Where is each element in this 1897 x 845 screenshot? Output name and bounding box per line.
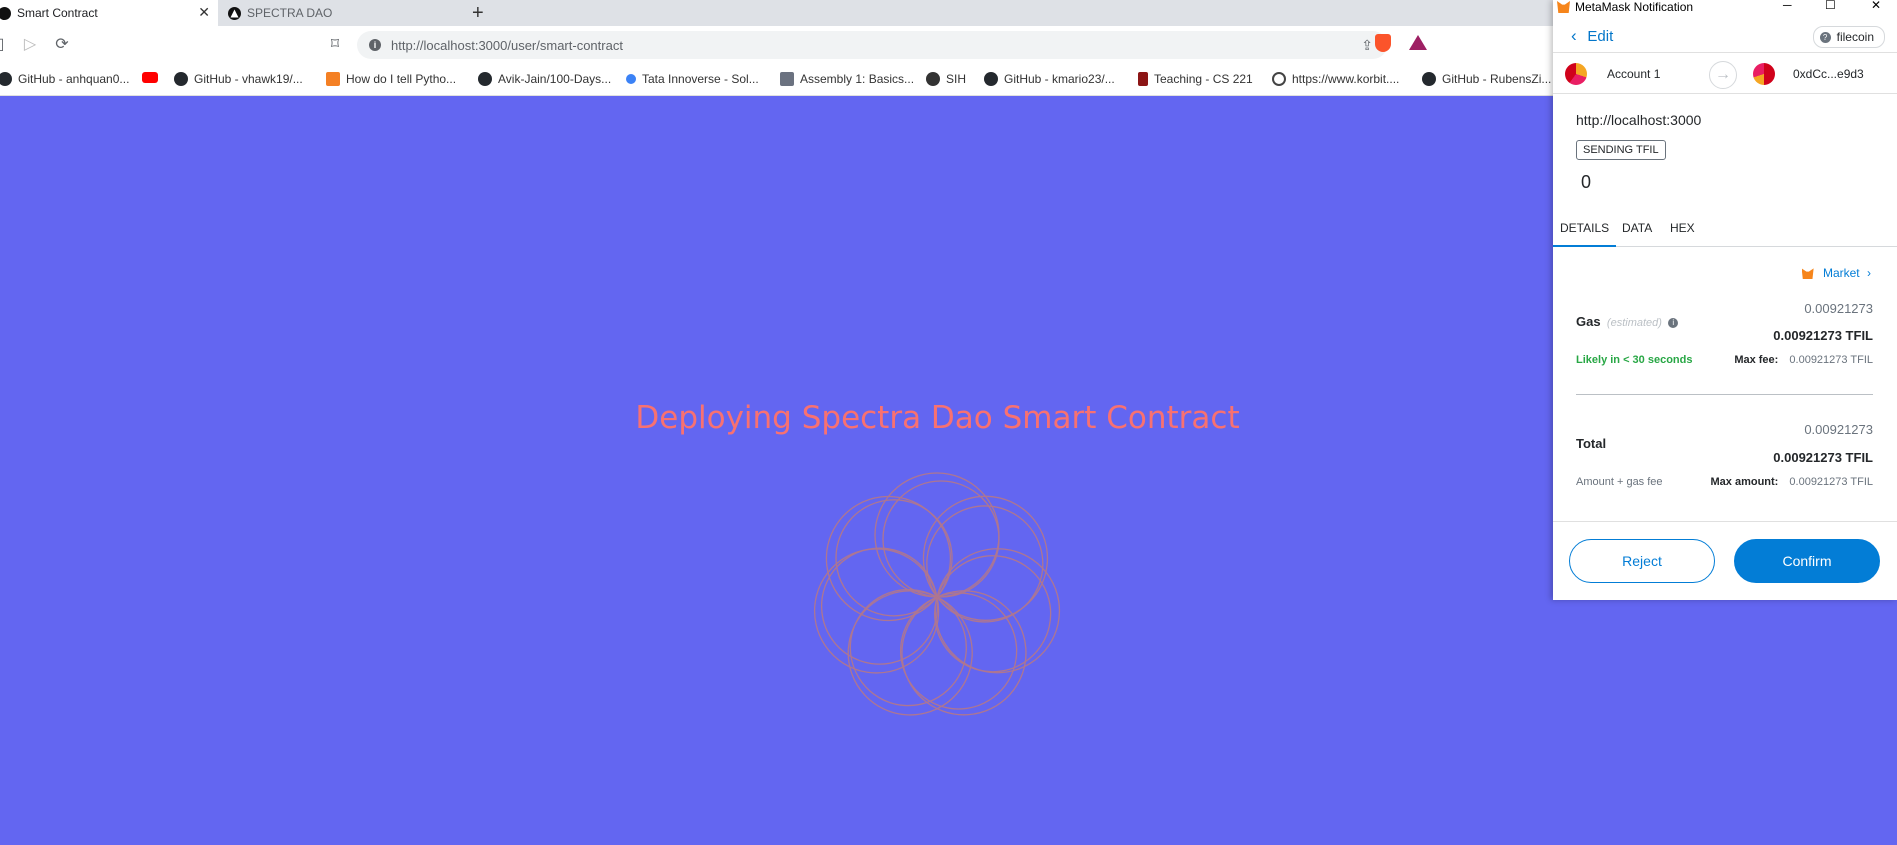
sidebar-icon[interactable]: ▯ <box>0 34 10 54</box>
bookmark-item[interactable] <box>142 72 164 83</box>
close-window-icon[interactable]: ✕ <box>1871 0 1881 12</box>
gas-label: Gas <box>1576 314 1601 329</box>
tab-hex[interactable]: HEX <box>1663 214 1702 245</box>
address-url: http://localhost:3000/user/smart-contrac… <box>391 38 623 53</box>
edit-label: Edit <box>1587 28 1614 45</box>
max-fee-value: 0.00921273 TFIL <box>1789 354 1873 366</box>
bookmark-item[interactable]: Assembly 1: Basics... <box>780 72 914 86</box>
gas-label-row: Gas (estimated) i <box>1576 314 1679 329</box>
gas-value: 0.00921273 <box>1804 301 1873 316</box>
bookmark-icon[interactable]: ⌑ <box>325 34 345 54</box>
bookmark-item[interactable]: GitHub - vhawk19/... <box>174 72 303 86</box>
maximize-icon[interactable]: ☐ <box>1825 0 1836 12</box>
info-icon[interactable]: i <box>1668 317 1679 328</box>
arrow-right-icon: → <box>1709 61 1737 89</box>
bookmark-item[interactable]: https://www.korbit.... <box>1272 72 1399 86</box>
bookmark-item[interactable]: Teaching - CS 221 <box>1138 72 1253 86</box>
github-icon <box>1422 72 1436 86</box>
tab-spectra-dao[interactable]: SPECTRA DAO <box>226 0 458 26</box>
tab-favicon-icon <box>0 6 11 20</box>
brave-rewards-icon[interactable] <box>1409 35 1427 50</box>
gas-likely-time: Likely in < 30 seconds <box>1576 354 1693 366</box>
max-fee-label: Max fee: <box>1734 354 1779 366</box>
site-info-icon[interactable]: i <box>369 39 381 51</box>
edit-back-button[interactable]: ‹ Edit <box>1571 26 1613 46</box>
tab-title: SPECTRA DAO <box>247 6 333 20</box>
metamask-window-title: MetaMask Notification <box>1575 0 1694 14</box>
to-account-address[interactable]: 0xdCc...e9d3 <box>1793 67 1864 81</box>
stanford-icon <box>1138 72 1148 86</box>
bookmark-item[interactable]: GitHub - kmario23/... <box>984 72 1115 86</box>
bookmark-item[interactable]: GitHub - RubensZi... <box>1422 72 1551 86</box>
account-transfer-row: Account 1 → 0xdCc...e9d3 <box>1553 53 1897 94</box>
forward-icon[interactable]: ▷ <box>20 34 40 54</box>
gas-market-button[interactable]: Market › <box>1801 266 1871 280</box>
youtube-icon <box>142 72 158 83</box>
total-label: Total <box>1576 436 1607 451</box>
from-account-avatar <box>1565 63 1587 85</box>
max-amount-row: Max amount: 0.00921273 TFIL <box>1711 476 1874 488</box>
section-divider <box>1576 394 1873 395</box>
gas-estimated-label: (estimated) <box>1606 317 1662 329</box>
max-amount-label: Max amount: <box>1710 476 1779 488</box>
bookmark-item[interactable]: GitHub - anhquan0... <box>0 72 129 86</box>
brave-shields-icon[interactable] <box>1375 34 1391 52</box>
network-selector[interactable]: ? filecoin <box>1812 26 1885 48</box>
tata-icon <box>626 74 636 84</box>
total-value-tfil: 0.00921273 TFIL <box>1773 450 1873 465</box>
metamask-titlebar: MetaMask Notification ─ ☐ ✕ <box>1553 0 1897 14</box>
doc-icon <box>780 72 794 86</box>
tab-details[interactable]: DETAILS <box>1553 214 1617 247</box>
transaction-amount: 0 <box>1581 172 1592 192</box>
from-account-name: Account 1 <box>1607 67 1661 81</box>
globe-icon <box>926 72 940 86</box>
address-bar[interactable]: i http://localhost:3000/user/smart-contr… <box>357 31 1387 59</box>
network-name: filecoin <box>1836 30 1874 44</box>
github-icon <box>0 72 12 86</box>
spectra-favicon-icon <box>228 6 241 20</box>
share-icon[interactable]: ⇪ <box>1361 37 1373 54</box>
github-icon <box>174 72 188 86</box>
close-tab-icon[interactable]: ✕ <box>198 5 210 19</box>
minimize-icon[interactable]: ─ <box>1783 0 1792 12</box>
chevron-right-icon: › <box>1867 266 1871 280</box>
new-tab-button[interactable]: + <box>472 2 484 25</box>
github-icon <box>478 72 492 86</box>
fox-icon <box>1801 268 1814 280</box>
footer-divider <box>1553 521 1897 522</box>
transaction-type-badge: SENDING TFIL <box>1576 140 1666 160</box>
total-sub-label: Amount + gas fee <box>1576 476 1663 488</box>
max-amount-value: 0.00921273 TFIL <box>1789 476 1873 488</box>
metamask-fox-icon <box>1557 1 1570 13</box>
chevron-left-icon: ‹ <box>1571 26 1577 45</box>
metamask-popup: MetaMask Notification ─ ☐ ✕ ‹ Edit ? fil… <box>1553 0 1897 600</box>
market-label: Market <box>1822 266 1860 280</box>
metamask-header: ‹ Edit ? filecoin <box>1553 20 1897 53</box>
tab-smart-contract[interactable]: Smart Contract ✕ <box>0 0 218 26</box>
to-account-avatar <box>1753 63 1775 85</box>
reload-icon[interactable]: ⟳ <box>52 34 72 54</box>
tab-title: Smart Contract <box>17 6 98 20</box>
github-icon <box>984 72 998 86</box>
bookmark-item[interactable]: SIH <box>926 72 966 86</box>
total-value: 0.00921273 <box>1804 422 1873 437</box>
loading-spinner-icon <box>813 472 1061 716</box>
korbit-icon <box>1272 72 1286 86</box>
bookmark-item[interactable]: Tata Innoverse - Sol... <box>626 72 759 86</box>
tab-data[interactable]: DATA <box>1615 214 1659 245</box>
stackoverflow-icon <box>326 72 340 86</box>
bookmark-item[interactable]: How do I tell Pytho... <box>326 72 456 86</box>
metamask-tabs: DETAILS DATA HEX <box>1553 214 1897 247</box>
origin-url: http://localhost:3000 <box>1576 112 1702 128</box>
confirm-button[interactable]: Confirm <box>1734 539 1880 583</box>
reject-button[interactable]: Reject <box>1569 539 1715 583</box>
question-icon: ? <box>1819 31 1831 43</box>
max-fee-row: Max fee: 0.00921273 TFIL <box>1734 354 1873 366</box>
gas-value-tfil: 0.00921273 TFIL <box>1773 328 1873 343</box>
bookmark-item[interactable]: Avik-Jain/100-Days... <box>478 72 611 86</box>
